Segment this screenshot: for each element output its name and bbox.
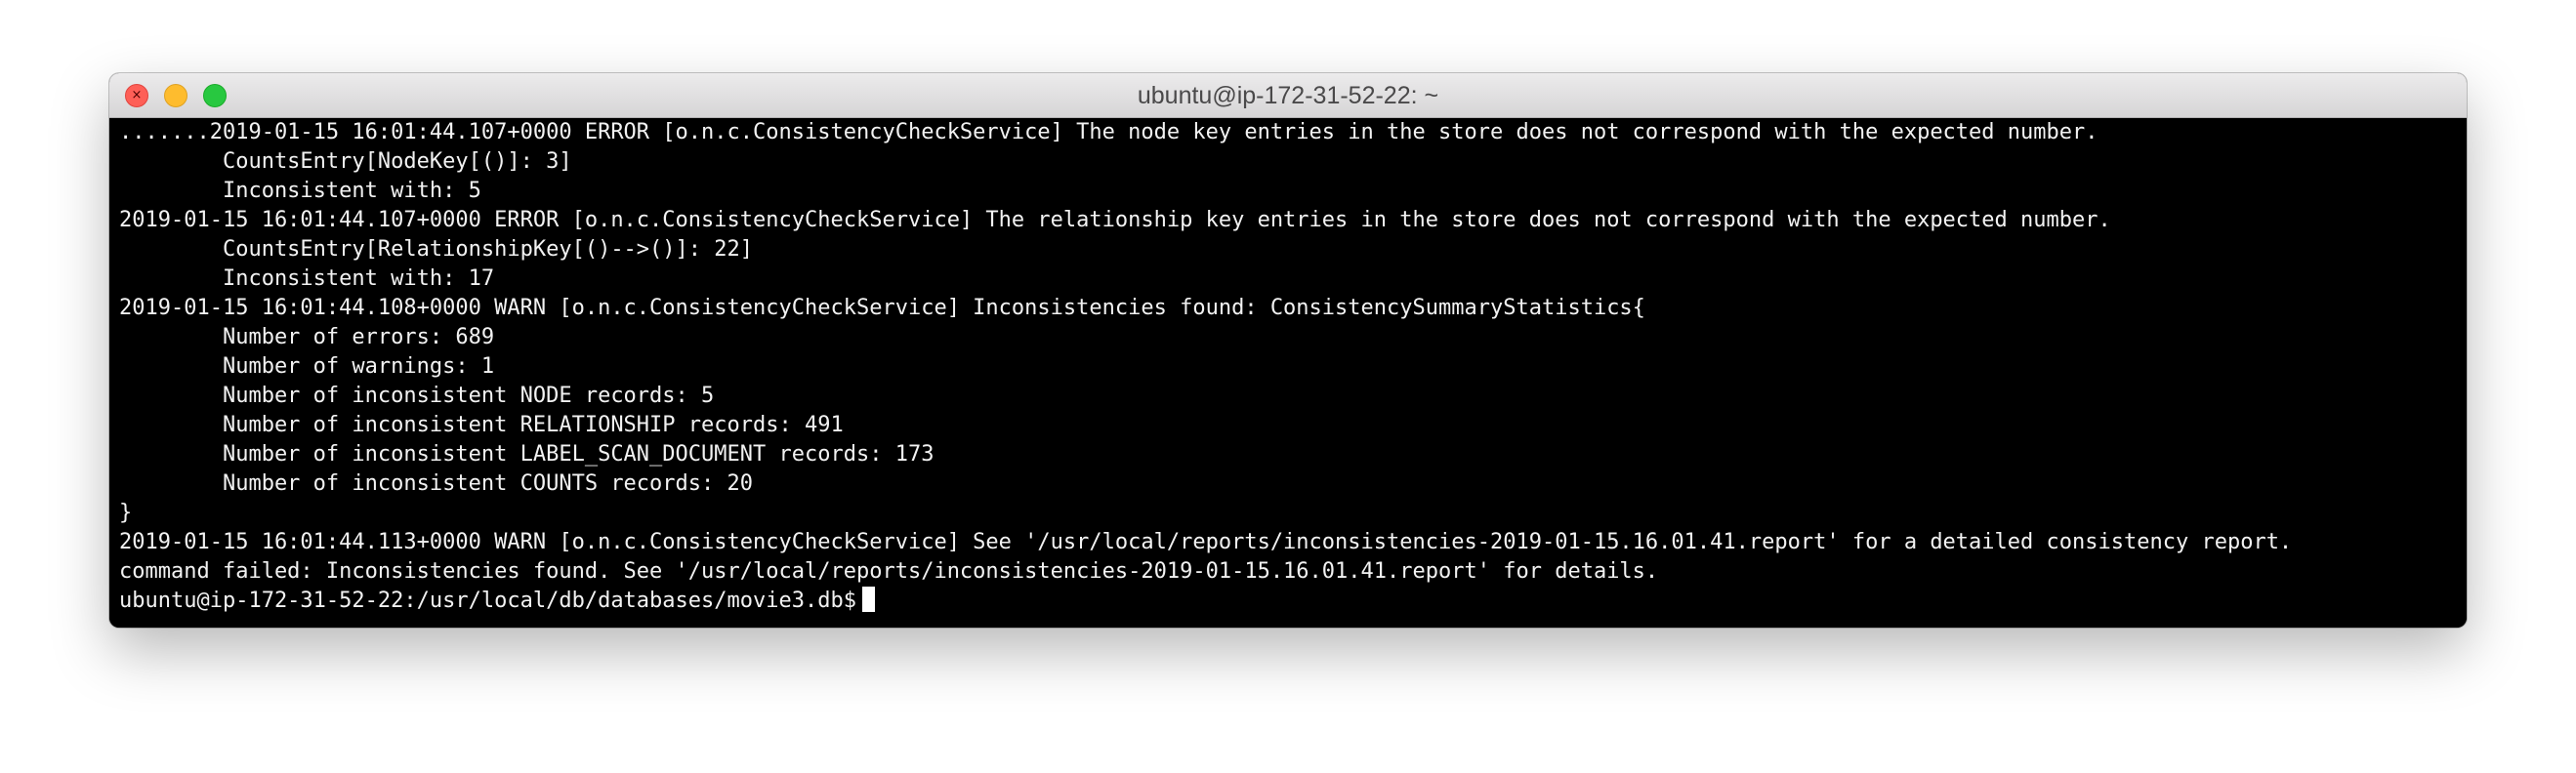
terminal-line: Number of inconsistent LABEL_SCAN_DOCUME… bbox=[119, 442, 935, 467]
terminal-line: CountsEntry[RelationshipKey[()-->()]: 22… bbox=[119, 237, 754, 262]
terminal-line: 2019-01-15 16:01:44.107+0000 ERROR [o.n.… bbox=[119, 208, 2111, 232]
terminal-line: Number of inconsistent RELATIONSHIP reco… bbox=[119, 413, 844, 437]
terminal-line: Inconsistent with: 17 bbox=[119, 266, 495, 291]
terminal-output[interactable]: .......2019-01-15 16:01:44.107+0000 ERRO… bbox=[109, 118, 2467, 628]
terminal-line: Number of inconsistent NODE records: 5 bbox=[119, 384, 715, 408]
terminal-line: Number of errors: 689 bbox=[119, 325, 495, 349]
terminal-line: CountsEntry[NodeKey[()]: 3] bbox=[119, 149, 572, 174]
terminal-window: × ubuntu@ip-172-31-52-22: ~ .......2019-… bbox=[109, 73, 2467, 628]
terminal-line: Number of inconsistent COUNTS records: 2… bbox=[119, 471, 754, 496]
window-title: ubuntu@ip-172-31-52-22: ~ bbox=[1137, 82, 1439, 109]
title-bar[interactable]: × ubuntu@ip-172-31-52-22: ~ bbox=[109, 73, 2467, 118]
text-cursor bbox=[861, 587, 875, 612]
terminal-line: 2019-01-15 16:01:44.113+0000 WARN [o.n.c… bbox=[119, 530, 2293, 554]
terminal-line: 2019-01-15 16:01:44.108+0000 WARN [o.n.c… bbox=[119, 296, 1645, 320]
terminal-line: Number of warnings: 1 bbox=[119, 354, 495, 379]
terminal-line: } bbox=[119, 501, 133, 525]
terminal-line: .......2019-01-15 16:01:44.107+0000 ERRO… bbox=[119, 120, 2098, 144]
terminal-line: command failed: Inconsistencies found. S… bbox=[119, 559, 1659, 584]
prompt-line[interactable]: ubuntu@ip-172-31-52-22:/usr/local/db/dat… bbox=[119, 587, 2457, 616]
shell-prompt: ubuntu@ip-172-31-52-22:/usr/local/db/dat… bbox=[119, 589, 856, 613]
terminal-line: Inconsistent with: 5 bbox=[119, 179, 481, 203]
